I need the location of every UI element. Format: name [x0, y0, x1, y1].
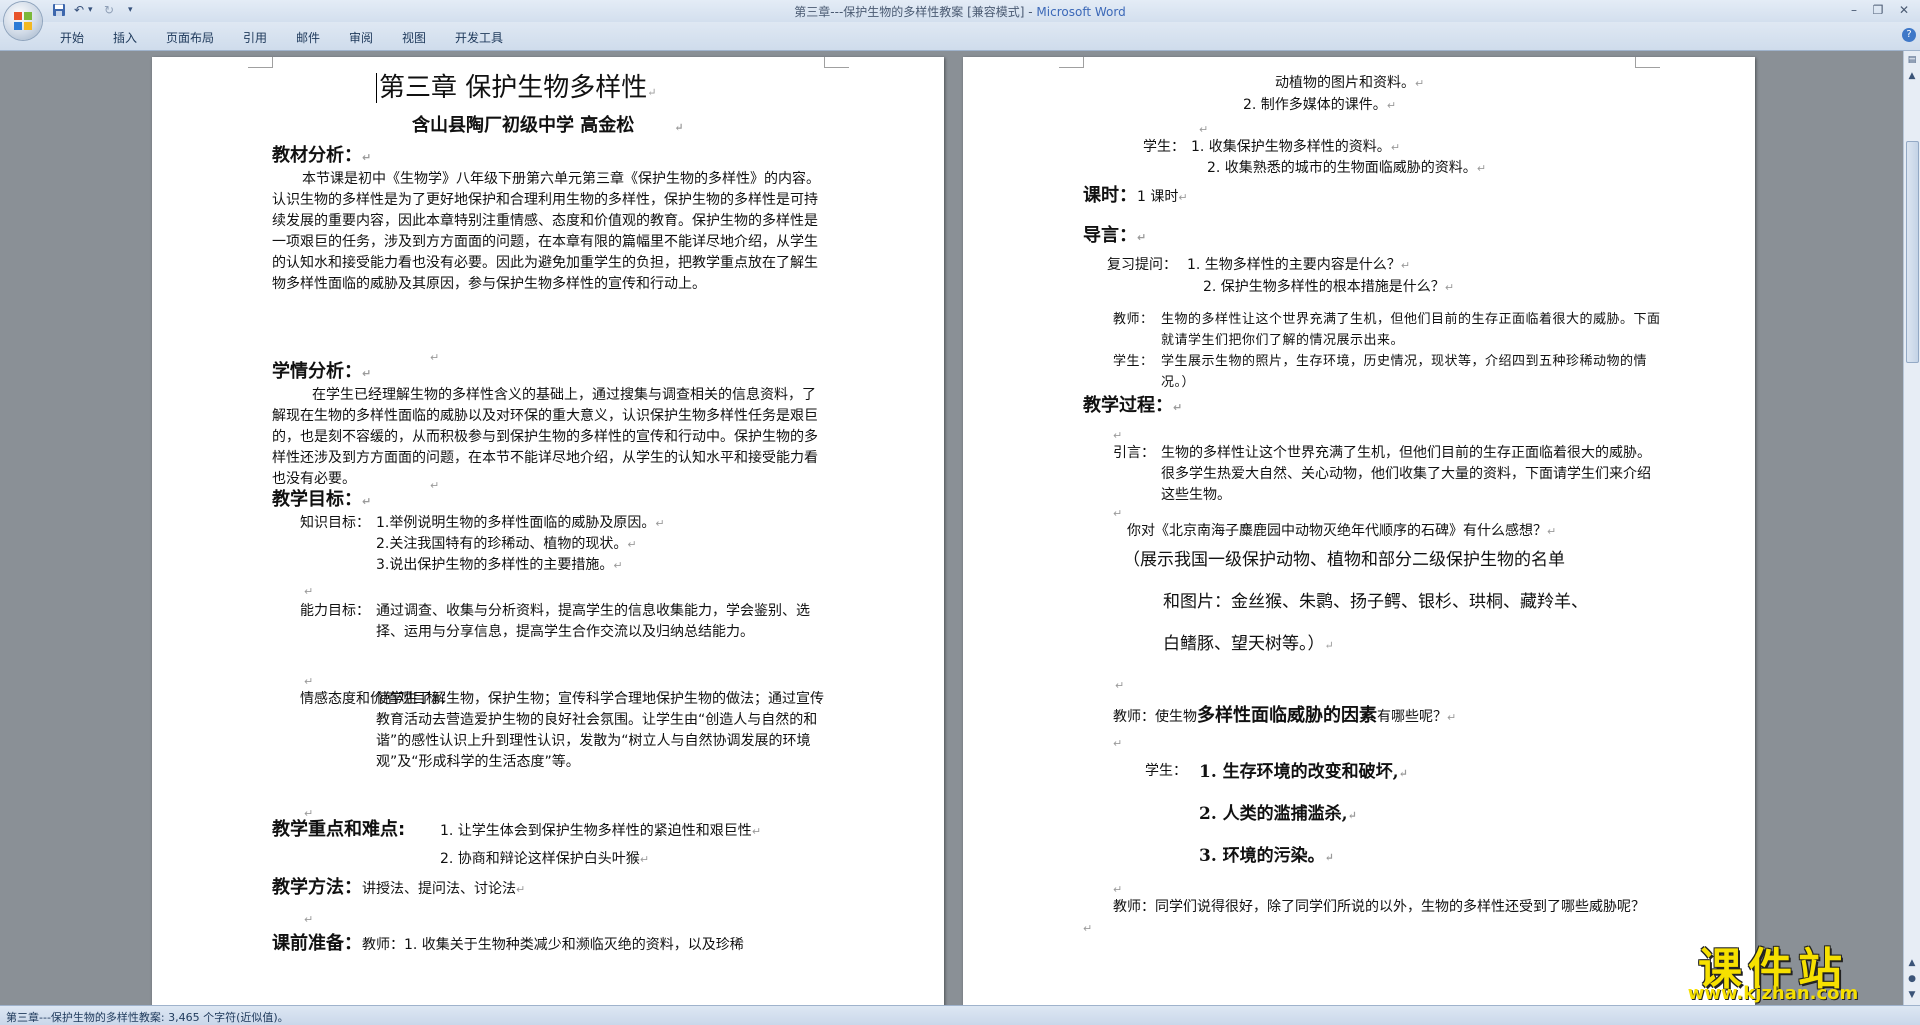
tab-review[interactable]: 审阅 — [349, 29, 373, 46]
save-icon[interactable] — [52, 3, 66, 19]
document-page-2[interactable]: 动植物的图片和资料。↵ 2. 制作多媒体的课件。↵ ↵ 学生： 1. 收集保护生… — [963, 57, 1755, 1006]
tab-references[interactable]: 引用 — [243, 29, 267, 46]
show-list-line: （展示我国一级保护动物、植物和部分二级保护生物的名单 — [1123, 550, 1565, 570]
teacher-question: 教师：使生物多样性面临威胁的因素有哪些呢？↵ — [1113, 705, 1457, 726]
tab-home[interactable]: 开始 — [60, 29, 84, 46]
crop-mark — [1059, 57, 1084, 68]
key-point-item: 1. 让学生体会到保护生物多样性的紧迫性和艰巨性↵ — [440, 823, 762, 839]
tab-developer[interactable]: 开发工具 — [455, 29, 503, 46]
tab-page-layout[interactable]: 页面布局 — [166, 29, 214, 46]
office-button[interactable] — [4, 2, 42, 40]
knowledge-goal-label: 知识目标： — [300, 515, 370, 531]
material-analysis-text: 本节课是初中《生物学》八年级下册第六单元第三章《保护生物的多样性》的内容。认识生… — [272, 171, 820, 292]
close-button[interactable]: ✕ — [1892, 1, 1916, 19]
undo-dropdown-icon[interactable]: ▾ — [88, 5, 93, 21]
status-text[interactable]: 第三章---保护生物的多样性教案: 3,465 个字符(近似值)。 — [6, 1009, 289, 1025]
heading-teaching-process: 教学过程：↵ — [1083, 395, 1183, 416]
scrollbar-thumb[interactable] — [1906, 141, 1919, 363]
paragraph-mark: ↵ — [1113, 507, 1123, 520]
key-point-item: 2. 协商和辩论这样保护白头叶猴↵ — [440, 851, 650, 867]
knowledge-goal-item: 2.关注我国特有的珍稀动、植物的现状。↵ — [376, 536, 637, 552]
prep-item: 2. 制作多媒体的课件。↵ — [1243, 97, 1397, 113]
preparation: 课前准备：教师：1. 收集关于生物种类减少和濒临灭绝的资料，以及珍稀 — [272, 933, 744, 954]
ability-goal-text: 通过调查、收集与分析资料，提高学生的信息收集能力，学会鉴别、选择、运用与分享信息… — [376, 603, 810, 640]
paragraph-mark: ↵ — [304, 585, 314, 598]
teaching-method: 教学方法：讲授法、提问法、讨论法↵ — [272, 877, 526, 898]
ribbon-tabs: 开始 插入 页面布局 引用 邮件 审阅 视图 开发工具 — [0, 22, 1920, 51]
next-page-icon[interactable]: ▼ — [1905, 988, 1919, 1002]
office-logo-icon — [14, 12, 32, 30]
vertical-scrollbar[interactable]: ▤ ▲ ▲ ● ▼ — [1903, 51, 1920, 1006]
title-bar: 第三章---保护生物的多样性教案 [兼容模式] - Microsoft Word… — [0, 0, 1920, 22]
document-area[interactable]: 第三章 保护生物多样性↵ 含山县陶厂初级中学 高金松 ↵ 教材分析：↵ 本节课是初… — [0, 51, 1904, 1006]
heading-introduction: 导言：↵ — [1083, 225, 1147, 246]
lead-text: 生物的多样性让这个世界充满了生机，但他们目前的生存正面临着很大的威胁。很多学生热… — [1161, 445, 1651, 503]
student-small-text: 学生展示生物的照片，生存环境，历史情况，现状等，介绍四到五种珍稀动物的情况。） — [1161, 354, 1648, 390]
review-item: 2. 保护生物多样性的根本措施是什么？↵ — [1203, 279, 1455, 295]
lead-label: 引言： — [1113, 445, 1155, 461]
window-title: 第三章---保护生物的多样性教案 [兼容模式] - Microsoft Word — [794, 5, 1126, 19]
tab-mailings[interactable]: 邮件 — [296, 29, 320, 46]
tab-insert[interactable]: 插入 — [113, 29, 137, 46]
answer-item: 3. 环境的污染。↵ — [1199, 846, 1334, 866]
show-list-line: 和图片：金丝猴、朱鹮、扬子鳄、银杉、珙桐、藏羚羊、 — [1163, 592, 1588, 612]
paragraph-mark: ↵ — [430, 351, 440, 364]
ability-goal-label: 能力目标： — [300, 603, 370, 619]
crop-mark — [824, 57, 849, 68]
minimize-button[interactable]: – — [1842, 1, 1866, 19]
watermark-logo: 课件站 www.kjzhan.com — [1658, 933, 1888, 1005]
status-bar: 第三章---保护生物的多样性教案: 3,465 个字符(近似值)。 — [0, 1005, 1920, 1025]
knowledge-goal-item: 1.举例说明生物的多样性面临的威胁及原因。↵ — [376, 515, 665, 531]
teacher-small-text: 生物的多样性让这个世界充满了生机，但他们目前的生存正面临着很大的威胁。下面就请学… — [1161, 312, 1661, 348]
crop-mark — [1635, 57, 1660, 68]
knowledge-goal-item: 3.说出保护生物的多样性的主要措施。↵ — [376, 557, 623, 573]
ruler-toggle-icon[interactable]: ▤ — [1905, 53, 1919, 67]
student-prep-item: 2. 收集熟悉的城市的生物面临威胁的资料。↵ — [1207, 160, 1487, 176]
student-prep-item: 1. 收集保护生物多样性的资料。↵ — [1191, 139, 1401, 155]
teacher-small-label: 教师： — [1113, 312, 1154, 327]
answer-label: 学生： — [1145, 763, 1187, 779]
heading-key-points: 教学重点和难点: — [272, 819, 406, 840]
answer-item: 1. 生存环境的改变和破坏,↵ — [1199, 762, 1408, 782]
closing-text: 教师：同学们说得很好，除了同学们所说的以外，生物的多样性还受到了哪些威胁呢？↵ — [1083, 899, 1645, 935]
heading-learner-analysis: 学情分析：↵ — [272, 361, 372, 382]
question-text: 你对《北京南海子麋鹿园中动物灭绝年代顺序的石碑》有什么感想？↵ — [1127, 523, 1557, 539]
student-prep-label: 学生： — [1143, 139, 1185, 155]
emotion-goal-text: 情感态度和使学生了解生物，保护生物；宣传科学合理地保护生物的做法；通过宣传教育活… — [376, 691, 824, 770]
show-list-line: 白鳍豚、望天树等。）↵ — [1163, 634, 1334, 654]
heading-material-analysis: 教材分析：↵ — [272, 145, 372, 166]
undo-icon[interactable]: ↶ — [74, 3, 84, 19]
learner-analysis-text: 在学生已经理解生物的多样性含义的基础上，通过搜集与调查相关的信息资料，了解现在生… — [272, 387, 818, 487]
paragraph-mark: ↵ — [430, 479, 440, 492]
prep-continued: 动植物的图片和资料。↵ — [1275, 75, 1425, 91]
previous-page-icon[interactable]: ▲ — [1905, 956, 1919, 970]
crop-mark — [248, 57, 273, 68]
document-title: 第三章 保护生物多样性↵ — [376, 71, 656, 110]
document-page-1[interactable]: 第三章 保护生物多样性↵ 含山县陶厂初级中学 高金松 ↵ 教材分析：↵ 本节课是初… — [152, 57, 944, 1006]
author-line: 含山县陶厂初级中学 高金松 ↵ — [412, 115, 684, 136]
help-icon[interactable]: ? — [1902, 28, 1916, 42]
app-name: Microsoft Word — [1036, 5, 1126, 19]
paragraph-mark: ↵ — [304, 913, 314, 926]
heading-teaching-goals: 教学目标：↵ — [272, 489, 372, 510]
paragraph-mark: ↵ — [1115, 679, 1125, 692]
paragraph-mark: ↵ — [1113, 737, 1123, 750]
select-browse-object-icon[interactable]: ● — [1905, 972, 1919, 986]
tab-view[interactable]: 视图 — [402, 29, 426, 46]
restore-button[interactable]: ❐ — [1866, 1, 1890, 19]
redo-icon[interactable]: ↻ — [104, 3, 114, 19]
watermark-url: www.kjzhan.com — [1687, 983, 1859, 1004]
scroll-up-icon[interactable]: ▲ — [1905, 69, 1919, 83]
review-item: 1. 生物多样性的主要内容是什么？↵ — [1187, 257, 1411, 273]
customize-qat-button[interactable]: ▾ — [128, 5, 133, 21]
answer-item: 2. 人类的滥捕滥杀,↵ — [1199, 804, 1357, 824]
student-small-label: 学生： — [1113, 354, 1154, 369]
review-label: 复习提问： — [1107, 257, 1177, 273]
class-period: 课时：1 课时↵ — [1083, 185, 1188, 206]
